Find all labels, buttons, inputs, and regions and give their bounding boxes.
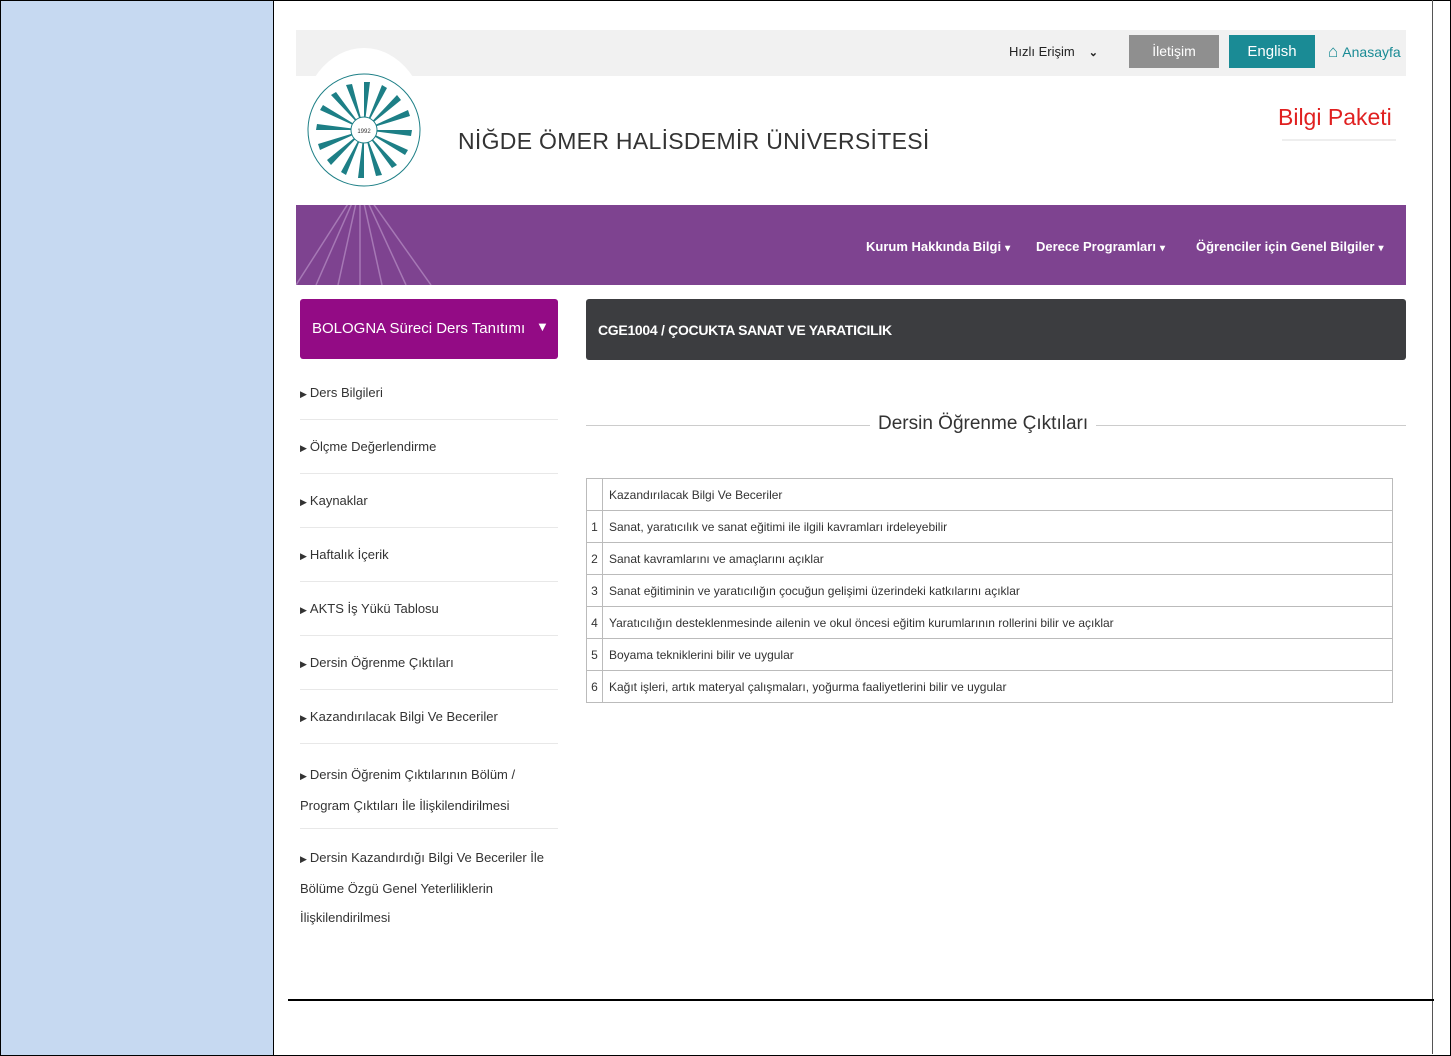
row-number: 4 xyxy=(586,606,603,639)
home-label: Anasayfa xyxy=(1342,44,1401,60)
sidebar-item-kaynaklar[interactable]: ▶ Kaynaklar xyxy=(300,488,558,528)
table-cell xyxy=(586,478,603,511)
caret-right-icon: ▶ xyxy=(300,771,307,781)
sidebar-header-toggle[interactable]: BOLOGNA Süreci Ders Tanıtımı ▼ xyxy=(300,299,558,359)
caret-down-icon: ▾ xyxy=(1378,243,1384,254)
sidebar-item-yeterlilik[interactable]: ▶ Dersin Kazandırdığı Bilgi Ve Beceriler … xyxy=(300,843,558,935)
table-header-cell: Kazandırılacak Bilgi Ve Beceriler xyxy=(602,478,1393,511)
section-title: Dersin Öğrenme Çıktıları xyxy=(870,413,1097,435)
nav-derece-label: Derece Programları xyxy=(1036,239,1156,254)
sidebar-item-label: Ölçme Değerlendirme xyxy=(309,439,437,454)
caret-right-icon: ▶ xyxy=(300,551,307,561)
row-number: 1 xyxy=(586,510,603,543)
caret-right-icon: ▶ xyxy=(300,389,307,399)
caret-right-icon: ▶ xyxy=(300,659,307,669)
sidebar-item-olcme[interactable]: ▶ Ölçme Değerlendirme xyxy=(300,434,558,474)
frame-divider xyxy=(1432,0,1433,1054)
home-icon: ⌂ xyxy=(1328,42,1339,61)
table-row: 5 Boyama tekniklerini bilir ve uygular xyxy=(586,638,1393,671)
outcome-text: Sanat kavramlarını ve amaçlarını açıklar xyxy=(602,542,1393,575)
table-row: 2 Sanat kavramlarını ve amaçlarını açıkl… xyxy=(586,542,1393,575)
course-title-bar: CGE1004 / ÇOCUKTA SANAT VE YARATICILIK xyxy=(586,299,1406,360)
sidebar-title: BOLOGNA Süreci Ders Tanıtımı xyxy=(312,320,526,337)
sidebar-item-label: Dersin Öğrenim Çıktılarının Bölüm / Prog… xyxy=(300,767,516,813)
row-number: 6 xyxy=(586,670,603,703)
caret-right-icon: ▶ xyxy=(300,605,307,615)
course-title: CGE1004 / ÇOCUKTA SANAT VE YARATICILIK xyxy=(598,322,892,338)
university-logo[interactable]: 1992 xyxy=(300,48,428,210)
outcome-text: Sanat eğitiminin ve yaratıcılığın çocuğu… xyxy=(602,574,1393,607)
table-row: 4 Yaratıcılığın desteklenmesinde ailenin… xyxy=(586,606,1393,639)
outcome-text: Sanat, yaratıcılık ve sanat eğitimi ile … xyxy=(602,510,1393,543)
row-number: 3 xyxy=(586,574,603,607)
outcome-text: Kağıt işleri, artık materyal çalışmaları… xyxy=(602,670,1393,703)
nav-kurum-label: Kurum Hakkında Bilgi xyxy=(866,239,1002,254)
sidebar-item-label: Ders Bilgileri xyxy=(309,385,383,400)
sidebar-item-label: Dersin Kazandırdığı Bilgi Ve Beceriler İ… xyxy=(300,850,545,925)
learning-outcomes-table: Kazandırılacak Bilgi Ve Beceriler 1 Sana… xyxy=(586,478,1393,703)
caret-down-icon: ▾ xyxy=(1159,243,1165,254)
nav-ogrenciler-label: Öğrenciler için Genel Bilgiler xyxy=(1196,239,1375,254)
outcome-text: Boyama tekniklerini bilir ve uygular xyxy=(602,638,1393,671)
table-header-row: Kazandırılacak Bilgi Ve Beceriler xyxy=(586,478,1393,511)
home-link[interactable]: ⌂ Anasayfa xyxy=(1328,42,1408,62)
english-button[interactable]: English xyxy=(1229,35,1315,68)
sidebar-item-label: AKTS İş Yükü Tablosu xyxy=(309,601,439,616)
sidebar-item-akts[interactable]: ▶ AKTS İş Yükü Tablosu xyxy=(300,596,558,636)
caret-right-icon: ▶ xyxy=(300,443,307,453)
caret-right-icon: ▶ xyxy=(300,713,307,723)
row-number: 2 xyxy=(586,542,603,575)
sidebar-item-label: Kazandırılacak Bilgi Ve Beceriler xyxy=(309,709,498,724)
sidebar-item-ogrenme-ciktilari[interactable]: ▶ Dersin Öğrenme Çıktıları xyxy=(300,650,558,690)
sidebar-item-bolum-program[interactable]: ▶ Dersin Öğrenim Çıktılarının Bölüm / Pro… xyxy=(300,760,558,829)
caret-down-icon: ▾ xyxy=(1005,243,1011,254)
nav-derece[interactable]: Derece Programları ▾ xyxy=(1036,239,1165,254)
nav-kurum[interactable]: Kurum Hakkında Bilgi ▾ xyxy=(866,239,1010,254)
university-name: NİĞDE ÖMER HALİSDEMİR ÜNİVERSİTESİ xyxy=(458,128,930,154)
table-row: 3 Sanat eğitiminin ve yaratıcılığın çocu… xyxy=(586,574,1393,607)
sidebar-item-ders-bilgileri[interactable]: ▶ Ders Bilgileri xyxy=(300,380,558,420)
table-row: 1 Sanat, yaratıcılık ve sanat eğitimi il… xyxy=(586,510,1393,543)
caret-right-icon: ▶ xyxy=(300,497,307,507)
svg-text:1992: 1992 xyxy=(357,129,371,135)
quick-access-label: Hızlı Erişim xyxy=(1009,44,1075,59)
chevron-down-icon: ⌄ xyxy=(1088,47,1098,59)
sidebar-item-haftalik[interactable]: ▶ Haftalık İçerik xyxy=(300,542,558,582)
contact-button[interactable]: İletişim xyxy=(1129,35,1219,68)
sidebar-item-kazandirilacak[interactable]: ▶ Kazandırılacak Bilgi Ve Beceriler xyxy=(300,704,558,744)
nav-ogrenciler[interactable]: Öğrenciler için Genel Bilgiler ▾ xyxy=(1196,239,1383,254)
caret-down-icon: ▼ xyxy=(536,319,549,334)
sidebar-item-label: Dersin Öğrenme Çıktıları xyxy=(309,655,454,670)
row-number: 5 xyxy=(586,638,603,671)
info-package-title: Bilgi Paketi xyxy=(1278,104,1392,130)
table-row: 6 Kağıt işleri, artık materyal çalışmala… xyxy=(586,670,1393,703)
caret-right-icon: ▶ xyxy=(300,854,307,864)
sidebar-item-label: Haftalık İçerik xyxy=(309,547,389,562)
left-blue-panel xyxy=(0,0,274,1056)
title-underline xyxy=(1282,139,1396,141)
frame-bottom-line xyxy=(288,999,1434,1001)
outcome-text: Yaratıcılığın desteklenmesinde ailenin v… xyxy=(602,606,1393,639)
sidebar-item-label: Kaynaklar xyxy=(309,493,368,508)
quick-access-dropdown[interactable]: Hızlı Erişim ⌄ xyxy=(1009,44,1098,59)
